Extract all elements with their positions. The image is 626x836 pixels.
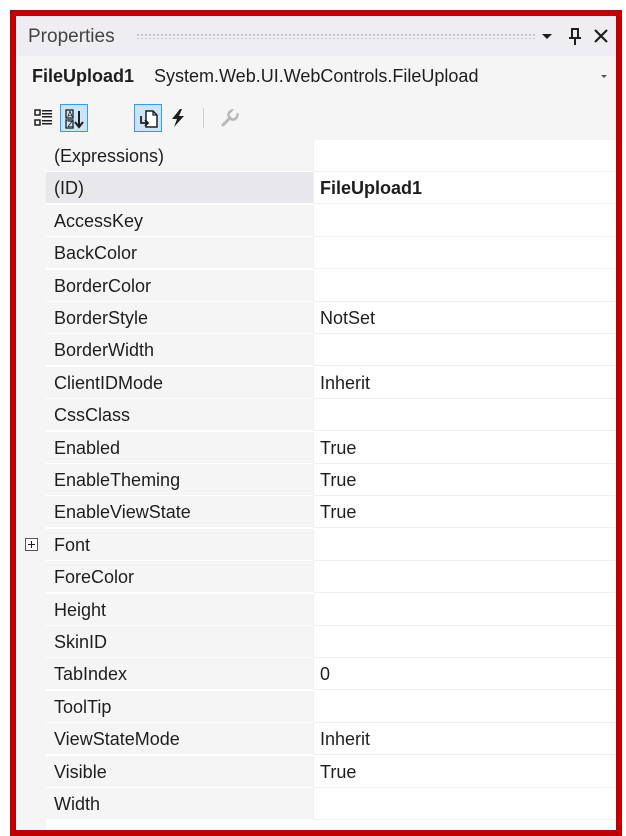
property-value-cell[interactable] (313, 269, 616, 302)
property-name: Width (54, 794, 101, 814)
chevron-down-icon[interactable] (596, 68, 612, 84)
categorized-icon (34, 109, 52, 126)
property-row[interactable]: EnableViewState True (16, 496, 616, 529)
properties-panel: Properties FileUpload1 System.Web.UI.Web… (16, 16, 616, 830)
drag-grip[interactable] (136, 33, 536, 39)
property-name: BorderWidth (54, 340, 155, 361)
property-value-cell[interactable] (313, 334, 616, 367)
wrench-icon (221, 107, 240, 127)
object-name: FileUpload1 (32, 66, 135, 86)
property-row[interactable]: Enabled True (16, 431, 616, 464)
property-value: True (320, 502, 357, 523)
toolbar-separator (203, 108, 204, 128)
events-icon (172, 109, 184, 127)
property-row[interactable]: ViewStateMode Inherit (16, 723, 616, 756)
property-name: ToolTip (54, 696, 112, 717)
property-row[interactable]: EnableTheming True (16, 464, 616, 496)
property-value: NotSet (320, 308, 376, 328)
property-name: EnableTheming (54, 470, 181, 490)
property-value-cell[interactable] (313, 788, 616, 820)
property-name: (ID) (54, 178, 84, 199)
object-selector[interactable]: FileUpload1 System.Web.UI.WebControls.Fi… (16, 56, 616, 96)
properties-button[interactable] (134, 104, 162, 132)
property-value: FileUpload1 (320, 178, 423, 199)
property-row[interactable]: ToolTip (16, 690, 616, 723)
property-value-cell[interactable] (313, 561, 616, 594)
property-name: ClientIDMode (54, 372, 164, 393)
property-value-cell[interactable] (313, 399, 616, 432)
property-value-cell[interactable] (313, 464, 616, 496)
property-value: 0 (320, 664, 331, 685)
property-value: True (320, 437, 357, 458)
property-value: Inherit (320, 372, 371, 393)
property-value-cell[interactable] (313, 690, 616, 723)
panel-title: Properties (28, 26, 115, 47)
window-position-dropdown-icon[interactable] (536, 24, 558, 48)
expand-plus-icon[interactable] (25, 537, 38, 551)
property-value: True (320, 470, 357, 490)
property-row[interactable]: Visible True (16, 755, 616, 788)
property-value-cell[interactable] (313, 431, 616, 464)
alphabetical-button[interactable]: A Z (60, 104, 88, 132)
property-row[interactable]: (Expressions) (16, 140, 616, 172)
property-name: (Expressions) (54, 146, 165, 166)
property-name: Enabled (54, 437, 121, 458)
property-name: EnableViewState (54, 502, 191, 523)
property-name: BackColor (54, 243, 138, 264)
svg-text:Z: Z (67, 120, 73, 129)
property-name: TabIndex (54, 664, 128, 685)
property-value-cell[interactable] (313, 237, 616, 270)
property-row[interactable]: BackColor (16, 237, 616, 270)
close-icon[interactable] (590, 24, 612, 48)
property-row[interactable]: ClientIDMode Inherit (16, 366, 616, 399)
property-value-cell[interactable] (313, 496, 616, 529)
property-value: Inherit (320, 729, 371, 750)
property-value: True (320, 761, 357, 782)
property-grid: (Expressions) (ID) FileUpload1 AccessKey Bac… (16, 140, 616, 830)
property-name: Height (54, 599, 107, 620)
property-name: SkinID (54, 632, 108, 652)
property-row[interactable]: Width (16, 788, 616, 820)
svg-text:A: A (67, 110, 73, 119)
property-name-cell[interactable] (46, 172, 313, 205)
property-row[interactable]: BorderWidth (16, 334, 616, 367)
property-value-cell[interactable] (313, 528, 616, 561)
property-name: ViewStateMode (54, 729, 180, 750)
alphabetical-icon: A Z (65, 109, 84, 129)
properties-toolbar: A Z (16, 96, 616, 140)
property-name: BorderColor (54, 275, 152, 296)
property-row[interactable]: SkinID (16, 626, 616, 658)
property-name: CssClass (54, 405, 131, 426)
property-name: Font (54, 534, 91, 555)
title-bar[interactable]: Properties (16, 16, 616, 56)
categorized-button[interactable] (30, 104, 58, 132)
property-value-cell[interactable] (313, 755, 616, 788)
property-row[interactable]: AccessKey (16, 204, 616, 237)
property-row[interactable]: Height (16, 593, 616, 626)
property-row[interactable]: TabIndex 0 (16, 658, 616, 691)
property-value-cell[interactable] (313, 140, 616, 172)
property-value-cell[interactable] (313, 626, 616, 658)
property-row[interactable]: (ID) FileUpload1 (16, 172, 616, 205)
property-row[interactable]: BorderColor (16, 269, 616, 302)
property-name: Visible (54, 761, 107, 782)
property-name: BorderStyle (54, 308, 149, 328)
property-value-cell[interactable] (313, 593, 616, 626)
property-row[interactable]: BorderStyle NotSet (16, 302, 616, 334)
properties-icon (140, 110, 158, 128)
property-pages-button (216, 104, 244, 132)
pin-icon[interactable] (564, 24, 586, 48)
property-name: AccessKey (54, 210, 144, 231)
property-row[interactable]: Font (16, 528, 616, 561)
property-value-cell[interactable] (313, 658, 616, 691)
property-row[interactable]: CssClass (16, 399, 616, 432)
events-button[interactable] (164, 104, 192, 132)
object-type: System.Web.UI.WebControls.FileUpload (154, 66, 479, 86)
property-row[interactable]: ForeColor (16, 561, 616, 594)
property-value-cell[interactable] (313, 204, 616, 237)
property-name: ForeColor (54, 567, 135, 588)
highlight-frame: Properties FileUpload1 System.Web.UI.Web… (10, 10, 622, 836)
